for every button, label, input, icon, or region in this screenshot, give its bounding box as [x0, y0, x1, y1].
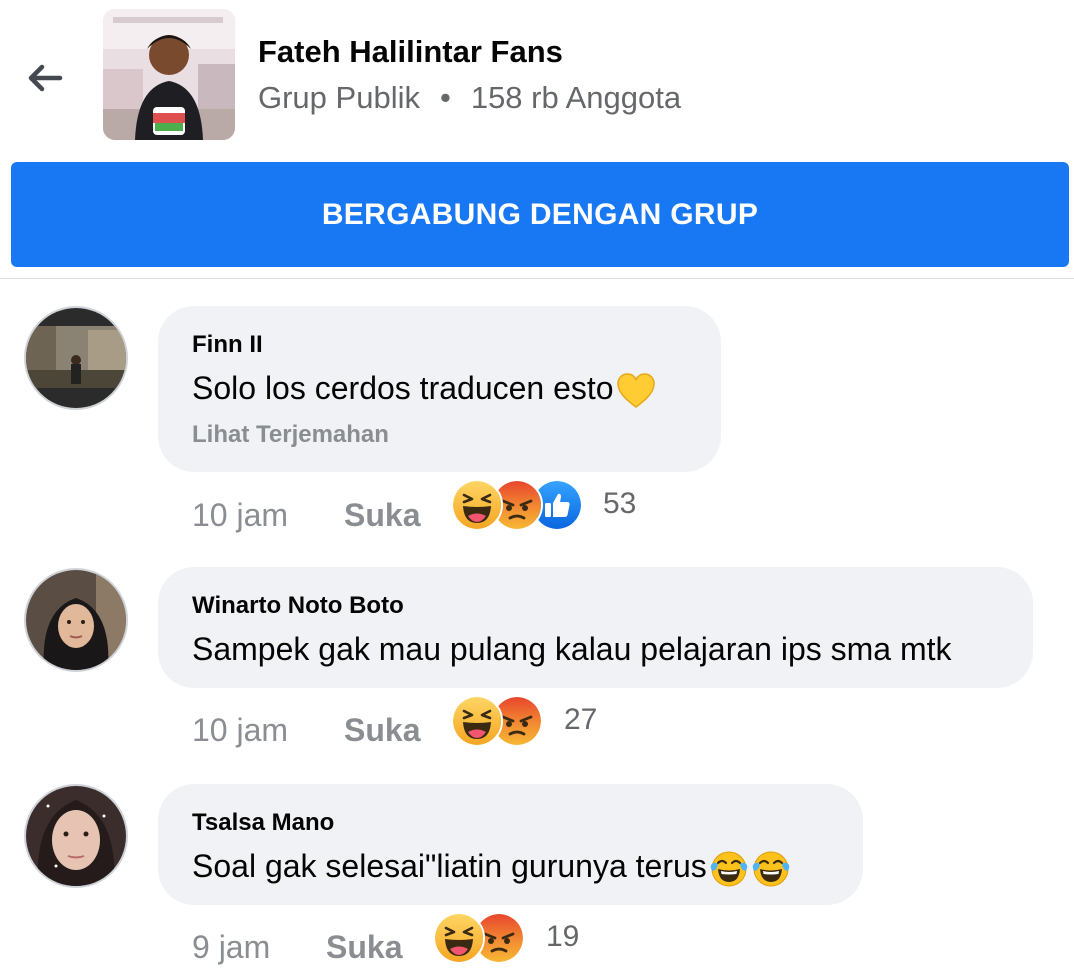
reaction-summary[interactable]: [433, 912, 525, 964]
comment-body: Sampek gak mau pulang kalau pelajaran ip…: [192, 631, 952, 667]
comment-body: Soal gak selesai"liatin gurunya terus: [192, 848, 707, 884]
group-privacy: Grup Publik: [258, 80, 420, 115]
comment-author[interactable]: Finn II: [192, 330, 687, 360]
reaction-count[interactable]: 19: [546, 920, 579, 954]
comment-author[interactable]: Winarto Noto Boto: [192, 591, 999, 621]
haha-reaction-icon: [451, 695, 503, 747]
haha-reaction-icon: [451, 479, 503, 531]
back-arrow-icon[interactable]: [24, 58, 64, 98]
group-name[interactable]: Fateh Halilintar Fans: [258, 34, 563, 70]
see-translation-link[interactable]: Lihat Terjemahan: [192, 421, 687, 449]
reaction-summary[interactable]: [451, 695, 543, 747]
reaction-summary[interactable]: [451, 479, 583, 531]
group-header: Fateh Halilintar Fans Grup Publik • 158 rb…: [0, 0, 1074, 160]
yellow-heart-icon: [616, 371, 656, 411]
avatar[interactable]: [24, 306, 128, 410]
tears-of-joy-icon: [709, 849, 749, 889]
avatar[interactable]: [24, 784, 128, 888]
group-meta: Grup Publik • 158 rb Anggota: [258, 80, 681, 116]
comment-author[interactable]: Tsalsa Mano: [192, 808, 829, 838]
divider: [0, 278, 1074, 279]
group-cover-photo[interactable]: [103, 9, 235, 140]
comment-time: 10 jam: [192, 497, 289, 533]
comment-text: Soal gak selesai"liatin gurunya terus: [192, 844, 829, 889]
comment-bubble[interactable]: Tsalsa Mano Soal gak selesai"liatin guru…: [158, 784, 863, 905]
comment-time: 9 jam: [192, 929, 271, 965]
meta-separator: •: [439, 80, 451, 115]
like-button[interactable]: Suka: [344, 497, 420, 534]
comment-time: 10 jam: [192, 712, 289, 748]
member-count: 158 rb Anggota: [470, 80, 682, 115]
avatar[interactable]: [24, 568, 128, 672]
comment-text: Solo los cerdos traducen esto: [192, 366, 687, 411]
haha-reaction-icon: [433, 912, 485, 964]
comment-bubble[interactable]: Finn II Solo los cerdos traducen esto Li…: [158, 306, 721, 472]
reaction-count[interactable]: 53: [603, 487, 636, 521]
join-group-button[interactable]: BERGABUNG DENGAN GRUP: [11, 162, 1069, 267]
like-button[interactable]: Suka: [326, 929, 402, 966]
reaction-count[interactable]: 27: [564, 703, 597, 737]
tears-of-joy-icon: [751, 849, 791, 889]
comment-bubble[interactable]: Winarto Noto Boto Sampek gak mau pulang …: [158, 567, 1033, 688]
like-button[interactable]: Suka: [344, 712, 420, 749]
comment-body: Solo los cerdos traducen esto: [192, 370, 614, 406]
